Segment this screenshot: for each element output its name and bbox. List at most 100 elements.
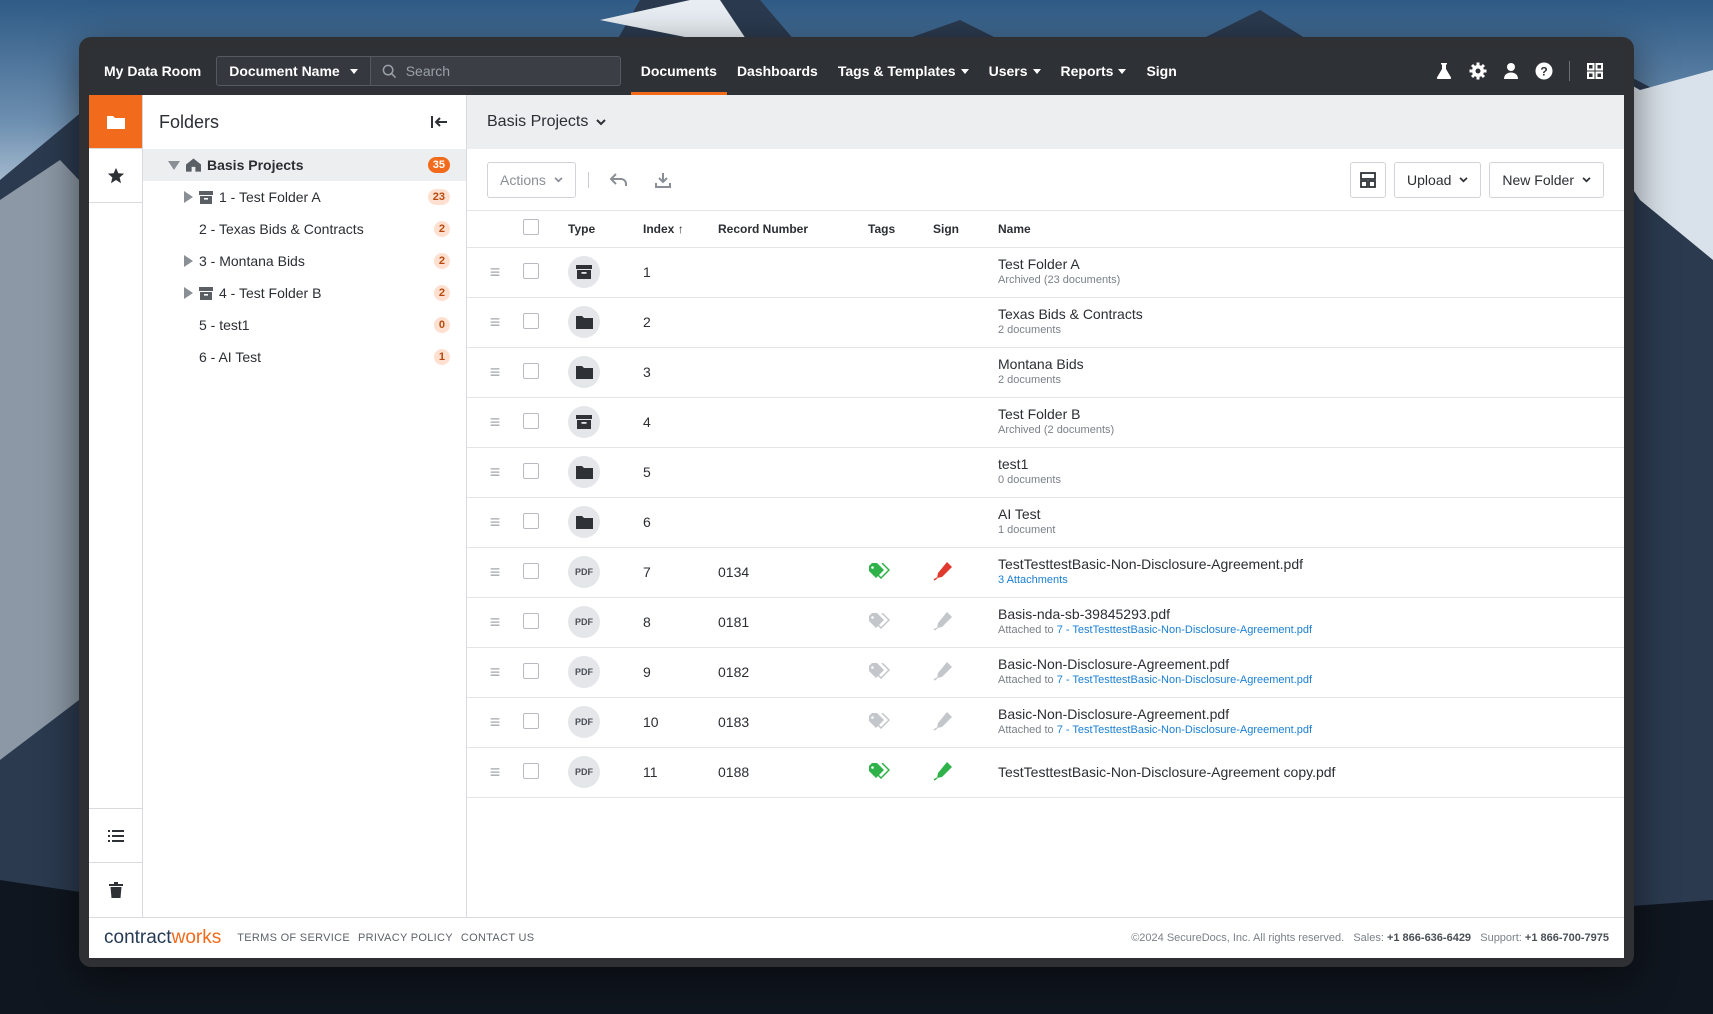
table-row[interactable]: ≡ PDF 7 0134 TestTesttestBasic-Non-Disclosur… xyxy=(467,547,1624,598)
chevron-down-icon[interactable] xyxy=(596,118,607,126)
col-type[interactable]: Type xyxy=(568,211,643,248)
drag-handle-icon[interactable]: ≡ xyxy=(490,562,501,582)
tag-icon[interactable] xyxy=(868,562,890,579)
row-subtitle-link[interactable]: 7 - TestTesttestBasic-Non-Disclosure-Agr… xyxy=(1057,674,1312,686)
folder-tree-item[interactable]: 5 - test1 0 xyxy=(143,309,466,341)
sign-pen-icon[interactable] xyxy=(933,661,953,681)
footer-link[interactable]: Contact Us xyxy=(461,932,535,944)
col-record-number[interactable]: Record Number xyxy=(718,211,868,248)
folder-tree-item[interactable]: 2 - Texas Bids & Contracts 2 xyxy=(143,213,466,245)
upload-button[interactable]: Upload xyxy=(1394,161,1482,198)
row-name[interactable]: Basic-Non-Disclosure-Agreement.pdf xyxy=(998,656,1624,673)
col-tags[interactable]: Tags xyxy=(868,211,933,248)
table-row[interactable]: ≡ 5 test1 0 documents xyxy=(467,447,1624,498)
table-row[interactable]: ≡ PDF 10 0183 Basic-Non-Disclosure-Agreement… xyxy=(467,697,1624,748)
rail-favorites-button[interactable] xyxy=(89,149,142,203)
rail-list-button[interactable] xyxy=(89,809,142,863)
col-name[interactable]: Name xyxy=(998,211,1624,248)
table-row[interactable]: ≡ PDF 8 0181 Basis-nda-sb-39845293.pdf Attach… xyxy=(467,597,1624,648)
undo-icon[interactable] xyxy=(601,162,637,198)
footer-link[interactable]: Terms of Service xyxy=(237,932,350,944)
tag-icon[interactable] xyxy=(868,712,890,729)
nav-sign[interactable]: Sign xyxy=(1136,47,1186,95)
tag-icon[interactable] xyxy=(868,762,890,779)
search-field-select[interactable]: Document Name xyxy=(216,56,371,86)
row-checkbox[interactable] xyxy=(523,712,539,729)
table-row[interactable]: ≡ PDF 11 0188 TestTesttestBasic-Non-Disclosu… xyxy=(467,747,1624,798)
row-checkbox[interactable] xyxy=(523,562,539,579)
breadcrumb[interactable]: Basis Projects xyxy=(487,113,588,131)
drag-handle-icon[interactable]: ≡ xyxy=(490,712,501,732)
flask-icon[interactable] xyxy=(1435,62,1453,80)
row-checkbox[interactable] xyxy=(523,662,539,679)
expand-toggle-icon[interactable] xyxy=(184,255,193,267)
row-name[interactable]: Basis-nda-sb-39845293.pdf xyxy=(998,606,1624,623)
select-all-checkbox[interactable] xyxy=(523,219,539,236)
apps-grid-icon[interactable] xyxy=(1586,62,1604,80)
row-checkbox[interactable] xyxy=(523,612,539,629)
row-name[interactable]: Test Folder B xyxy=(998,406,1624,423)
nav-documents[interactable]: Documents xyxy=(630,47,727,95)
nav-tags-templates[interactable]: Tags & Templates xyxy=(828,47,979,95)
data-room-title[interactable]: My Data Room xyxy=(89,63,216,79)
rail-trash-button[interactable] xyxy=(89,863,142,917)
drag-handle-icon[interactable]: ≡ xyxy=(490,612,501,632)
nav-dashboards[interactable]: Dashboards xyxy=(727,47,828,95)
row-checkbox[interactable] xyxy=(523,512,539,529)
col-index[interactable]: Index ↑ xyxy=(643,211,718,248)
sign-pen-icon[interactable] xyxy=(933,761,953,781)
collapse-toggle-icon[interactable] xyxy=(168,160,180,170)
help-icon[interactable]: ? xyxy=(1535,62,1553,80)
footer-link[interactable]: Privacy Policy xyxy=(358,932,453,944)
sign-pen-icon[interactable] xyxy=(933,611,953,631)
new-folder-button[interactable]: New Folder xyxy=(1489,161,1604,198)
view-toggle-button[interactable] xyxy=(1350,161,1387,198)
table-row[interactable]: ≡ 2 Texas Bids & Contracts 2 documents xyxy=(467,297,1624,348)
table-row[interactable]: ≡ 4 Test Folder B Archived (2 documents) xyxy=(467,397,1624,448)
support-phone[interactable]: +1 866-700-7975 xyxy=(1525,932,1609,944)
collapse-panel-icon[interactable] xyxy=(430,115,448,129)
row-subtitle-link[interactable]: 7 - TestTesttestBasic-Non-Disclosure-Agr… xyxy=(1057,724,1312,736)
user-icon[interactable] xyxy=(1503,62,1519,80)
row-checkbox[interactable] xyxy=(523,362,539,379)
tag-icon[interactable] xyxy=(868,612,890,629)
row-checkbox[interactable] xyxy=(523,462,539,479)
folder-tree-item[interactable]: 1 - Test Folder A 23 xyxy=(143,181,466,213)
row-subtitle-link[interactable]: 3 Attachments xyxy=(998,574,1068,586)
drag-handle-icon[interactable]: ≡ xyxy=(490,762,501,782)
folder-tree-item[interactable]: 6 - AI Test 1 xyxy=(143,341,466,373)
row-name[interactable]: TestTesttestBasic-Non-Disclosure-Agreeme… xyxy=(998,556,1624,573)
row-checkbox[interactable] xyxy=(523,312,539,329)
table-row[interactable]: ≡ 1 Test Folder A Archived (23 documents) xyxy=(467,247,1624,298)
table-row[interactable]: ≡ PDF 9 0182 Basic-Non-Disclosure-Agreement.… xyxy=(467,647,1624,698)
drag-handle-icon[interactable]: ≡ xyxy=(490,662,501,682)
row-name[interactable]: Montana Bids xyxy=(998,356,1624,373)
row-name[interactable]: test1 xyxy=(998,456,1624,473)
drag-handle-icon[interactable]: ≡ xyxy=(490,262,501,282)
row-name[interactable]: Texas Bids & Contracts xyxy=(998,306,1624,323)
sales-phone[interactable]: +1 866-636-6429 xyxy=(1387,932,1471,944)
drag-handle-icon[interactable]: ≡ xyxy=(490,412,501,432)
drag-handle-icon[interactable]: ≡ xyxy=(490,462,501,482)
nav-reports[interactable]: Reports xyxy=(1051,47,1137,95)
expand-toggle-icon[interactable] xyxy=(184,287,193,299)
contractworks-logo[interactable]: contractworks xyxy=(104,927,221,949)
row-name[interactable]: TestTesttestBasic-Non-Disclosure-Agreeme… xyxy=(998,764,1624,781)
row-name[interactable]: Test Folder A xyxy=(998,256,1624,273)
search-input[interactable] xyxy=(405,63,596,79)
row-name[interactable]: Basic-Non-Disclosure-Agreement.pdf xyxy=(998,706,1624,723)
drag-handle-icon[interactable]: ≡ xyxy=(490,312,501,332)
rail-folders-button[interactable] xyxy=(89,95,142,149)
nav-users[interactable]: Users xyxy=(979,47,1051,95)
row-name[interactable]: AI Test xyxy=(998,506,1624,523)
folder-tree-root[interactable]: Basis Projects 35 xyxy=(143,149,466,181)
row-checkbox[interactable] xyxy=(523,262,539,279)
row-checkbox[interactable] xyxy=(523,762,539,779)
actions-button[interactable]: Actions xyxy=(487,161,576,198)
gear-icon[interactable] xyxy=(1469,62,1487,80)
download-icon[interactable] xyxy=(645,162,681,198)
expand-toggle-icon[interactable] xyxy=(184,191,193,203)
tag-icon[interactable] xyxy=(868,662,890,679)
folder-tree-item[interactable]: 4 - Test Folder B 2 xyxy=(143,277,466,309)
drag-handle-icon[interactable]: ≡ xyxy=(490,512,501,532)
